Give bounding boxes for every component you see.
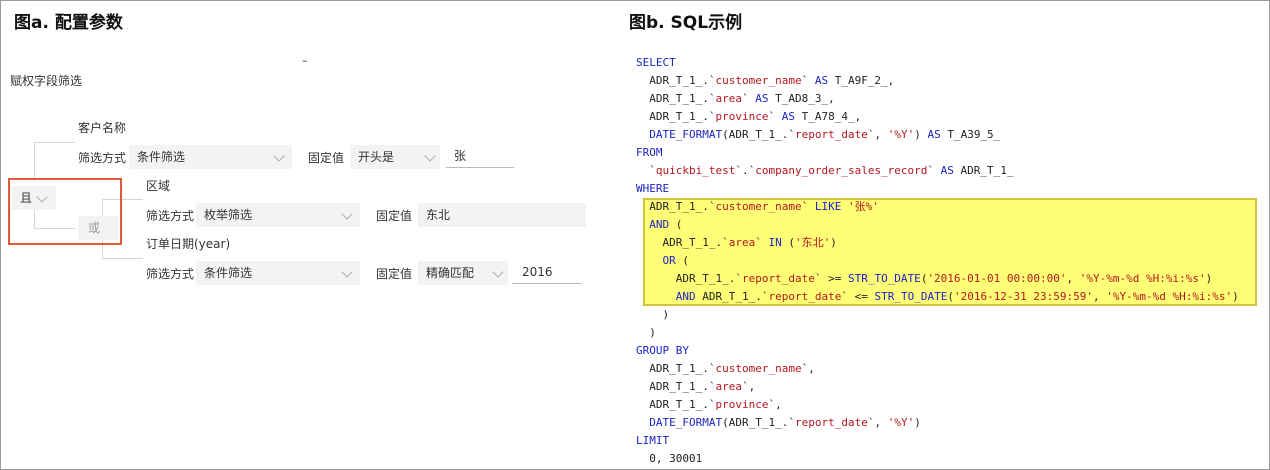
operator-select-customer[interactable]: 开头是 bbox=[350, 145, 440, 169]
sql-line: ADR_T_1_.`customer_name` AS T_A9F_2_, bbox=[636, 74, 895, 87]
filter-field-area: 区域 bbox=[146, 179, 171, 193]
red-highlight-box bbox=[8, 178, 122, 245]
value-select-text: 东北 bbox=[426, 208, 451, 222]
method-select-order-date[interactable]: 条件筛选 bbox=[196, 261, 360, 285]
section-label: 赋权字段筛选 bbox=[10, 74, 83, 88]
sql-line: LIMIT bbox=[636, 434, 670, 447]
sql-line: ADR_T_1_.`province` AS T_A78_4_, bbox=[636, 110, 862, 123]
filter-field-customer: 客户名称 bbox=[78, 121, 127, 135]
chevron-down-icon bbox=[341, 208, 353, 220]
value-select-area[interactable]: 东北 bbox=[418, 203, 586, 227]
filter-method-label: 筛选方式 bbox=[146, 209, 195, 223]
sql-line: WHERE bbox=[636, 182, 670, 195]
method-select-customer[interactable]: 条件筛选 bbox=[129, 145, 292, 169]
value-type-label: 固定值 bbox=[376, 209, 413, 223]
sql-line: `quickbi_test`.`company_order_sales_reco… bbox=[636, 164, 1014, 177]
fig-a-title: 图a. 配置参数 bbox=[14, 13, 123, 33]
value-input-order-date[interactable]: 2016 bbox=[512, 260, 582, 284]
sql-line: ADR_T_1_.`customer_name`, bbox=[636, 362, 815, 375]
operator-select-value: 精确匹配 bbox=[426, 266, 475, 280]
chevron-down-icon bbox=[492, 266, 504, 278]
sql-line: ADR_T_1_.`province`, bbox=[636, 398, 782, 411]
dash-mark: – bbox=[302, 54, 308, 67]
filter-field-order-date: 订单日期(year) bbox=[146, 237, 231, 251]
sql-line: OR ( bbox=[662, 254, 690, 267]
method-select-value: 条件筛选 bbox=[137, 150, 186, 164]
value-type-label: 固定值 bbox=[308, 151, 345, 165]
sql-line: 0, 30001 bbox=[636, 452, 703, 465]
sql-line: ADR_T_1_.`report_date` >= STR_TO_DATE('2… bbox=[636, 272, 1213, 285]
method-select-value: 条件筛选 bbox=[204, 266, 253, 280]
sql-line: AND ( bbox=[649, 218, 683, 231]
value-input-text: 张 bbox=[454, 149, 467, 163]
filter-method-label: 筛选方式 bbox=[146, 267, 195, 281]
sql-line: DATE_FORMAT(ADR_T_1_.`report_date`, '%Y'… bbox=[649, 128, 1001, 141]
sql-line: FROM bbox=[636, 146, 663, 159]
sql-line: AND ADR_T_1_.`report_date` <= STR_TO_DAT… bbox=[675, 290, 1239, 303]
chevron-down-icon bbox=[341, 266, 353, 278]
operator-select-order-date[interactable]: 精确匹配 bbox=[418, 261, 508, 285]
method-select-value: 枚举筛选 bbox=[204, 208, 253, 222]
connector-top bbox=[34, 142, 75, 179]
sql-code-block: SELECT ADR_T_1_.`customer_name` AS T_A9F… bbox=[636, 54, 1239, 468]
sql-line: ADR_T_1_.`area` IN ('东北') bbox=[636, 236, 837, 249]
value-input-customer[interactable]: 张 bbox=[446, 144, 514, 168]
value-type-label: 固定值 bbox=[376, 267, 413, 281]
chevron-down-icon bbox=[424, 150, 436, 162]
fig-b-title: 图b. SQL示例 bbox=[629, 13, 743, 33]
sql-line: ADR_T_1_.`customer_name` LIKE '张%' bbox=[636, 200, 879, 213]
sql-line: ADR_T_1_.`area`, bbox=[636, 380, 756, 393]
chevron-down-icon bbox=[273, 150, 285, 162]
sql-line: DATE_FORMAT(ADR_T_1_.`report_date`, '%Y'… bbox=[649, 416, 921, 429]
sql-line: SELECT bbox=[636, 56, 676, 69]
sql-line: ) bbox=[636, 326, 656, 339]
sql-line: ADR_T_1_.`area` AS T_AD8_3_, bbox=[636, 92, 835, 105]
filter-method-label: 筛选方式 bbox=[78, 151, 127, 165]
value-input-text: 2016 bbox=[522, 265, 553, 279]
sql-line: GROUP BY bbox=[636, 344, 689, 357]
method-select-area[interactable]: 枚举筛选 bbox=[196, 203, 360, 227]
operator-select-value: 开头是 bbox=[358, 150, 395, 164]
sql-line: ) bbox=[636, 308, 670, 321]
